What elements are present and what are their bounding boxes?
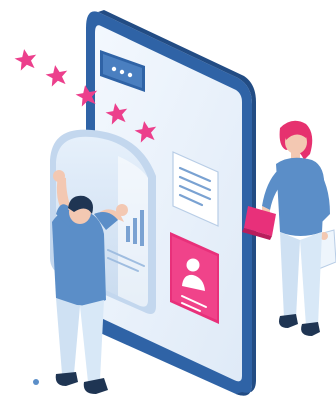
- star-icon: [14, 49, 37, 71]
- woman-figure: [242, 120, 336, 336]
- app-review-illustration: [14, 10, 336, 396]
- star-icon: [45, 65, 68, 87]
- sparkle-icon: [33, 379, 39, 385]
